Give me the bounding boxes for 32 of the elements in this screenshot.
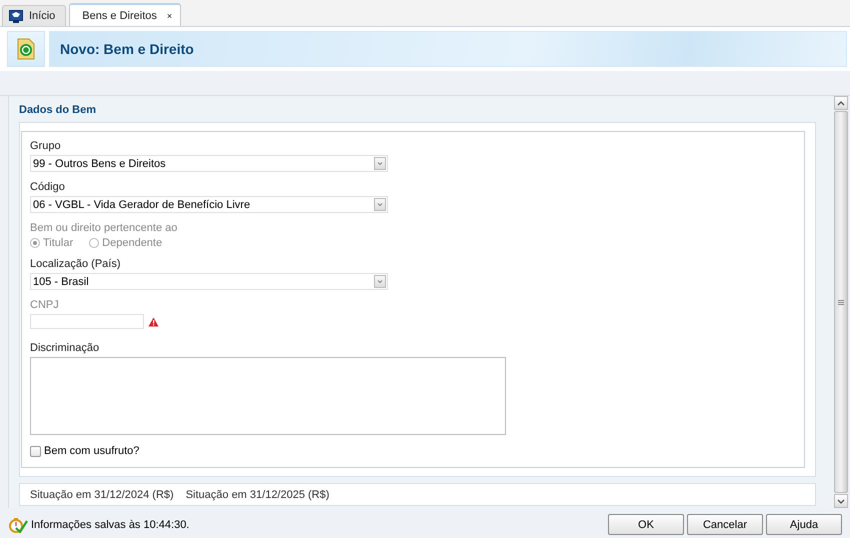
monitor-icon [9, 10, 23, 22]
caret-down-icon [837, 498, 845, 504]
dialog-button[interactable]: Cancelar [687, 514, 763, 535]
dropdown[interactable]: 99 - Outros Bens e Direitos [30, 155, 388, 172]
saved-clock-icon [8, 516, 28, 532]
checkbox[interactable] [30, 446, 41, 456]
field-label: Código [30, 181, 65, 193]
scroll-up-button[interactable] [834, 96, 848, 110]
column-header: Situação em 31/12/2024 (R$) [30, 489, 174, 501]
radio-option: Dependente [89, 237, 162, 249]
tab[interactable]: Início [2, 5, 66, 26]
status-message: Informações salvas às 10:44:30. [31, 518, 190, 530]
column-header: Situação em 31/12/2025 (R$) [186, 489, 330, 501]
grip-icon [838, 300, 844, 304]
dropdown[interactable]: 06 - VGBL - Vida Gerador de Benefício Livre [30, 196, 388, 213]
caret-up-icon [837, 100, 845, 106]
scroll-down-button[interactable] [834, 494, 848, 508]
text-area[interactable] [30, 357, 506, 435]
radio-option: Titular [30, 237, 74, 249]
field-label: CNPJ [30, 299, 59, 311]
tab[interactable]: Bens e Direitos × [69, 3, 182, 26]
checkbox-option[interactable]: Bem com usufruto? [30, 445, 796, 457]
dialog-button[interactable]: Ajuda [766, 514, 842, 535]
page-title: Novo: Bem e Direito [60, 41, 194, 57]
dropdown[interactable]: 105 - Brasil [30, 273, 388, 290]
dialog-button[interactable]: OK [608, 514, 684, 535]
section-title: Dados do Bem [19, 103, 98, 118]
close-icon[interactable]: × [166, 10, 172, 20]
field-label: Localização (País) [30, 258, 120, 270]
field-label: Bem ou direito pertencente ao [30, 222, 178, 234]
field-label: Discriminação [30, 342, 100, 354]
field-label: Grupo [30, 140, 61, 152]
